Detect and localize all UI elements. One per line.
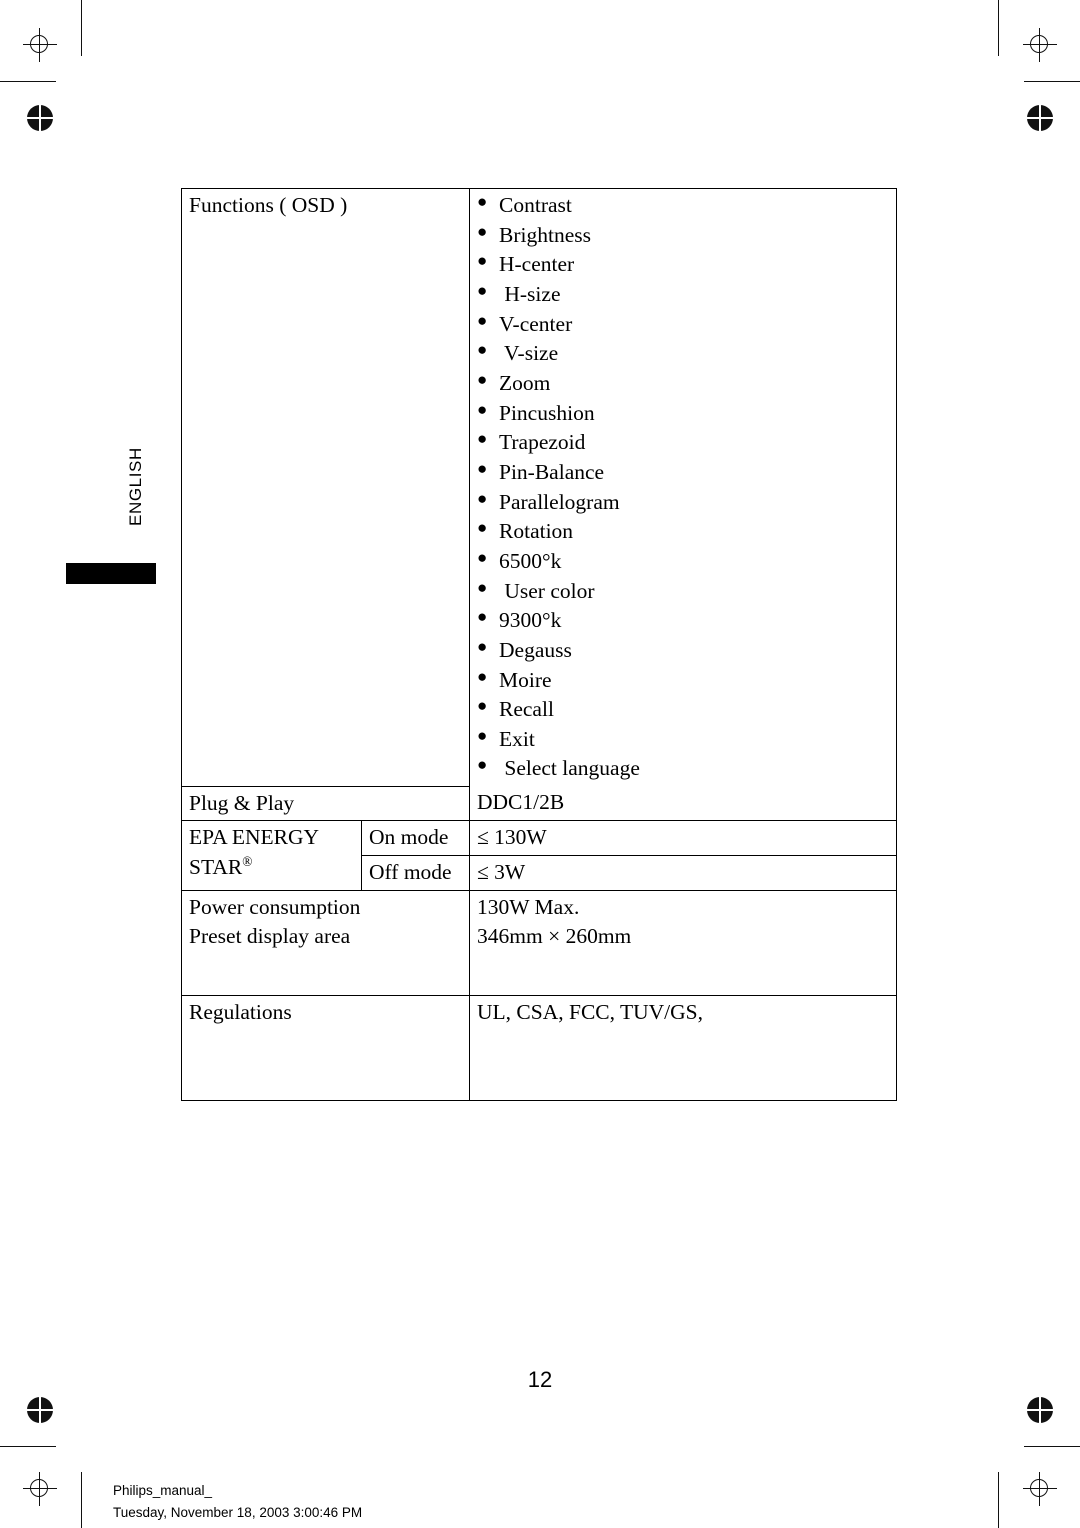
cell-plug-and-play-value: DDC1/2B [469,786,897,822]
monitor-specification-table: Functions ( OSD ) Contrast Brightness H-… [181,188,897,1101]
list-item: Brightness [477,220,896,251]
cell-regulations-value: UL, CSA, FCC, TUV/GS, [469,994,897,1101]
cell-energy-star-on-mode: On mode [361,820,470,856]
page-number: 12 [527,1367,553,1392]
list-item: Select language [477,753,896,784]
preset-display-area-value: 346mm × 260mm [477,924,632,949]
registration-hline-icon [27,1409,53,1411]
registration-hline-icon [23,44,57,46]
list-item: 9300°k [477,605,896,636]
crop-mark-top-right-vertical [998,0,1000,56]
registration-hline-icon [1027,1409,1053,1411]
registration-hline-icon [1023,1488,1057,1490]
energy-star-label-line1: EPA ENERGY [189,825,320,850]
table-row-functions: Functions ( OSD ) Contrast Brightness H-… [181,188,897,787]
registration-dot-top-left [27,105,53,131]
list-item: Rotation [477,516,896,547]
cell-functions-label: Functions ( OSD ) [181,188,470,787]
preset-display-area-label: Preset display area [189,924,351,949]
cell-energy-star-label: EPA ENERGY STAR® [181,820,362,891]
list-item: Parallelogram [477,487,896,518]
cell-energy-star-off-mode-value: ≤ 3W [469,854,897,891]
registration-target-bottom-left [23,1472,57,1506]
cell-functions-value: Contrast Brightness H-center H-size V-ce… [469,188,897,787]
registration-dot-top-right [1027,105,1053,131]
crop-mark-top-left-horizontal [0,81,56,83]
list-item: Pincushion [477,398,896,429]
list-item: Contrast [477,190,896,221]
power-consumption-label: Power consumption [189,894,361,919]
list-item: Trapezoid [477,427,896,458]
list-item: Pin-Balance [477,457,896,488]
cell-power-value: 130W Max. 346mm × 260mm [469,889,897,996]
list-item: H-center [477,249,896,280]
list-item: Moire [477,665,896,696]
cell-plug-and-play-label: Plug & Play [181,785,470,822]
footer-filename: Philips_manual_ [113,1483,213,1498]
table-row-plug-and-play: Plug & Play DDC1/2B [181,785,897,822]
energy-star-label-line2: STAR® [189,853,361,883]
list-item: Zoom [477,368,896,399]
cell-regulations-label: Regulations [181,994,470,1101]
cell-energy-star-on-mode-value: ≤ 130W [469,820,897,856]
crop-mark-bottom-left-horizontal [0,1446,56,1448]
crop-mark-bottom-right-horizontal [1024,1446,1080,1448]
registration-dot-bottom-right [1027,1397,1053,1423]
crop-mark-top-left-vertical [81,0,83,56]
registration-hline-icon [27,117,53,119]
list-item: Recall [477,694,896,725]
footer: Philips_manual_ Tuesday, November 18, 20… [113,1480,362,1524]
registration-target-top-right [1023,28,1057,62]
crop-mark-bottom-left-vertical [81,1472,83,1528]
list-item: User color [477,576,896,607]
registration-hline-icon [1027,117,1053,119]
table-row-regulations: Regulations UL, CSA, FCC, TUV/GS, [181,994,897,1101]
registration-target-bottom-right [1023,1472,1057,1506]
registration-hline-icon [1023,44,1057,46]
list-item: V-size [477,338,896,369]
table-row-energy-star-on-mode: EPA ENERGY STAR® On mode ≤ 130W [181,820,897,891]
registration-target-top-left [23,28,57,62]
registered-trademark-icon: ® [242,853,253,869]
list-item: H-size [477,279,896,310]
side-tab-black-bar [66,563,156,584]
footer-timestamp: Tuesday, November 18, 2003 3:00:46 PM [113,1504,363,1520]
list-item: V-center [477,309,896,340]
crop-mark-top-right-horizontal [1024,81,1080,83]
osd-functions-list: Contrast Brightness H-center H-size V-ce… [477,190,896,784]
registration-hline-icon [23,1488,57,1490]
list-item: Exit [477,724,896,755]
cell-energy-star-off-mode: Off mode [361,854,470,891]
table-row-power-consumption: Power consumption Preset display area 13… [181,889,897,996]
registration-dot-bottom-left [27,1397,53,1423]
cell-power-label: Power consumption Preset display area [181,889,470,996]
power-consumption-value: 130W Max. [477,894,580,919]
crop-mark-bottom-right-vertical [998,1472,1000,1528]
energy-star-label-text: STAR [189,855,243,880]
side-tab-language-label: ENGLISH [126,447,145,526]
list-item: 6500°k [477,546,896,577]
list-item: Degauss [477,635,896,666]
